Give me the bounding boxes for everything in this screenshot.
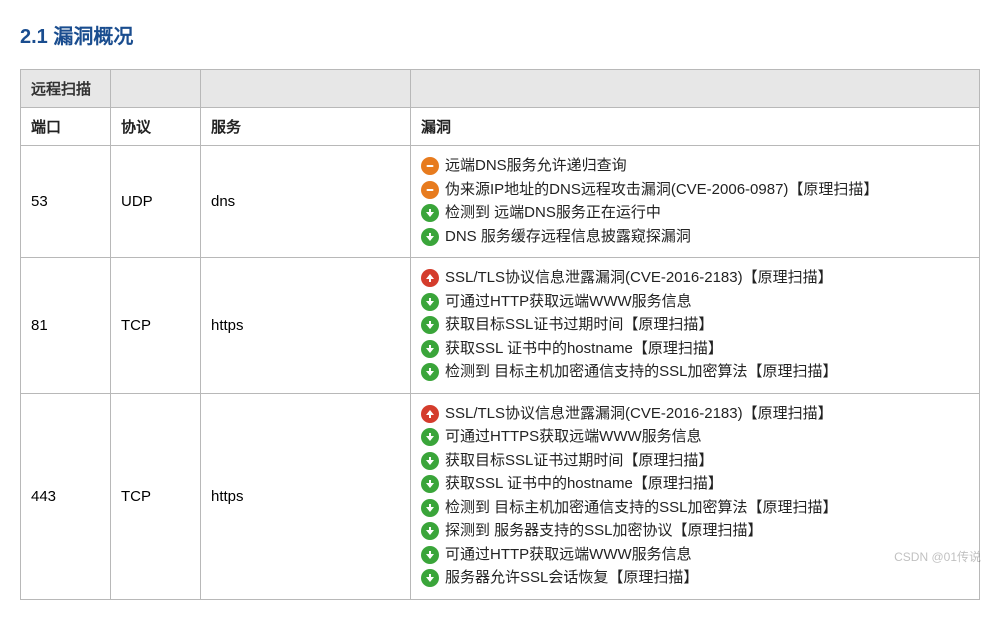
cell-port: 53	[21, 146, 111, 258]
vuln-item: 探测到 服务器支持的SSL加密协议【原理扫描】	[421, 520, 969, 543]
vuln-text: 伪来源IP地址的DNS远程攻击漏洞(CVE-2006-0987)【原理扫描】	[445, 179, 878, 202]
vuln-item: 可通过HTTP获取远端WWW服务信息	[421, 291, 969, 314]
arrow-down-icon	[421, 363, 439, 381]
header-blank2	[201, 70, 411, 108]
arrow-down-icon	[421, 522, 439, 540]
arrow-up-icon	[421, 269, 439, 287]
vuln-text: DNS 服务缓存远程信息披露窥探漏洞	[445, 226, 691, 249]
arrow-down-icon	[421, 293, 439, 311]
vuln-item: 检测到 目标主机加密通信支持的SSL加密算法【原理扫描】	[421, 361, 969, 384]
vuln-item: 伪来源IP地址的DNS远程攻击漏洞(CVE-2006-0987)【原理扫描】	[421, 179, 969, 202]
cell-vulns: 远端DNS服务允许递归查询伪来源IP地址的DNS远程攻击漏洞(CVE-2006-…	[411, 146, 980, 258]
cell-protocol: TCP	[111, 393, 201, 599]
vuln-item: 服务器允许SSL会话恢复【原理扫描】	[421, 567, 969, 590]
vuln-item: 检测到 远端DNS服务正在运行中	[421, 202, 969, 225]
header-remote-scan: 远程扫描	[21, 70, 111, 108]
vuln-text: 检测到 目标主机加密通信支持的SSL加密算法【原理扫描】	[445, 497, 838, 520]
arrow-down-icon	[421, 546, 439, 564]
table-row: 81TCPhttpsSSL/TLS协议信息泄露漏洞(CVE-2016-2183)…	[21, 258, 980, 394]
vuln-text: SSL/TLS协议信息泄露漏洞(CVE-2016-2183)【原理扫描】	[445, 267, 833, 290]
table-row: 53UDPdns远端DNS服务允许递归查询伪来源IP地址的DNS远程攻击漏洞(C…	[21, 146, 980, 258]
arrow-down-icon	[421, 452, 439, 470]
vuln-item: 检测到 目标主机加密通信支持的SSL加密算法【原理扫描】	[421, 497, 969, 520]
vuln-text: 可通过HTTP获取远端WWW服务信息	[445, 544, 692, 567]
vuln-item: 可通过HTTPS获取远端WWW服务信息	[421, 426, 969, 449]
arrow-up-icon	[421, 405, 439, 423]
vuln-text: 服务器允许SSL会话恢复【原理扫描】	[445, 567, 698, 590]
watermark: CSDN @01传说	[894, 548, 981, 565]
arrow-down-icon	[421, 475, 439, 493]
vuln-text: 可通过HTTP获取远端WWW服务信息	[445, 291, 692, 314]
vuln-item: 远端DNS服务允许递归查询	[421, 155, 969, 178]
vuln-text: 可通过HTTPS获取远端WWW服务信息	[445, 426, 702, 449]
cell-service: https	[201, 393, 411, 599]
arrow-down-icon	[421, 499, 439, 517]
table-row: 443TCPhttpsSSL/TLS协议信息泄露漏洞(CVE-2016-2183…	[21, 393, 980, 599]
col-service: 服务	[201, 108, 411, 146]
header-blank3	[411, 70, 980, 108]
arrow-down-icon	[421, 569, 439, 587]
cell-vulns: SSL/TLS协议信息泄露漏洞(CVE-2016-2183)【原理扫描】可通过H…	[411, 393, 980, 599]
vuln-item: SSL/TLS协议信息泄露漏洞(CVE-2016-2183)【原理扫描】	[421, 267, 969, 290]
vuln-item: 获取SSL 证书中的hostname【原理扫描】	[421, 338, 969, 361]
vuln-text: 检测到 目标主机加密通信支持的SSL加密算法【原理扫描】	[445, 361, 838, 384]
vuln-text: 获取SSL 证书中的hostname【原理扫描】	[445, 338, 723, 361]
cell-vulns: SSL/TLS协议信息泄露漏洞(CVE-2016-2183)【原理扫描】可通过H…	[411, 258, 980, 394]
minus-icon	[421, 181, 439, 199]
cell-port: 81	[21, 258, 111, 394]
vuln-item: 获取目标SSL证书过期时间【原理扫描】	[421, 450, 969, 473]
vuln-item: 获取SSL 证书中的hostname【原理扫描】	[421, 473, 969, 496]
cell-protocol: TCP	[111, 258, 201, 394]
minus-icon	[421, 157, 439, 175]
arrow-down-icon	[421, 428, 439, 446]
cell-service: https	[201, 258, 411, 394]
header-blank1	[111, 70, 201, 108]
arrow-down-icon	[421, 340, 439, 358]
vuln-item: SSL/TLS协议信息泄露漏洞(CVE-2016-2183)【原理扫描】	[421, 403, 969, 426]
col-protocol: 协议	[111, 108, 201, 146]
vuln-text: 获取目标SSL证书过期时间【原理扫描】	[445, 450, 713, 473]
vuln-item: 获取目标SSL证书过期时间【原理扫描】	[421, 314, 969, 337]
vuln-text: 远端DNS服务允许递归查询	[445, 155, 627, 178]
vuln-text: 检测到 远端DNS服务正在运行中	[445, 202, 661, 225]
vuln-text: 获取目标SSL证书过期时间【原理扫描】	[445, 314, 713, 337]
col-port: 端口	[21, 108, 111, 146]
vuln-table: 远程扫描 端口 协议 服务 漏洞 53UDPdns远端DNS服务允许递归查询伪来…	[20, 69, 980, 600]
vuln-item: DNS 服务缓存远程信息披露窥探漏洞	[421, 226, 969, 249]
col-vuln: 漏洞	[411, 108, 980, 146]
cell-protocol: UDP	[111, 146, 201, 258]
arrow-down-icon	[421, 316, 439, 334]
cell-port: 443	[21, 393, 111, 599]
section-title: 2.1 漏洞概况	[20, 20, 979, 49]
vuln-text: SSL/TLS协议信息泄露漏洞(CVE-2016-2183)【原理扫描】	[445, 403, 833, 426]
cell-service: dns	[201, 146, 411, 258]
vuln-text: 探测到 服务器支持的SSL加密协议【原理扫描】	[445, 520, 763, 543]
vuln-text: 获取SSL 证书中的hostname【原理扫描】	[445, 473, 723, 496]
vuln-item: 可通过HTTP获取远端WWW服务信息	[421, 544, 969, 567]
arrow-down-icon	[421, 228, 439, 246]
arrow-down-icon	[421, 204, 439, 222]
